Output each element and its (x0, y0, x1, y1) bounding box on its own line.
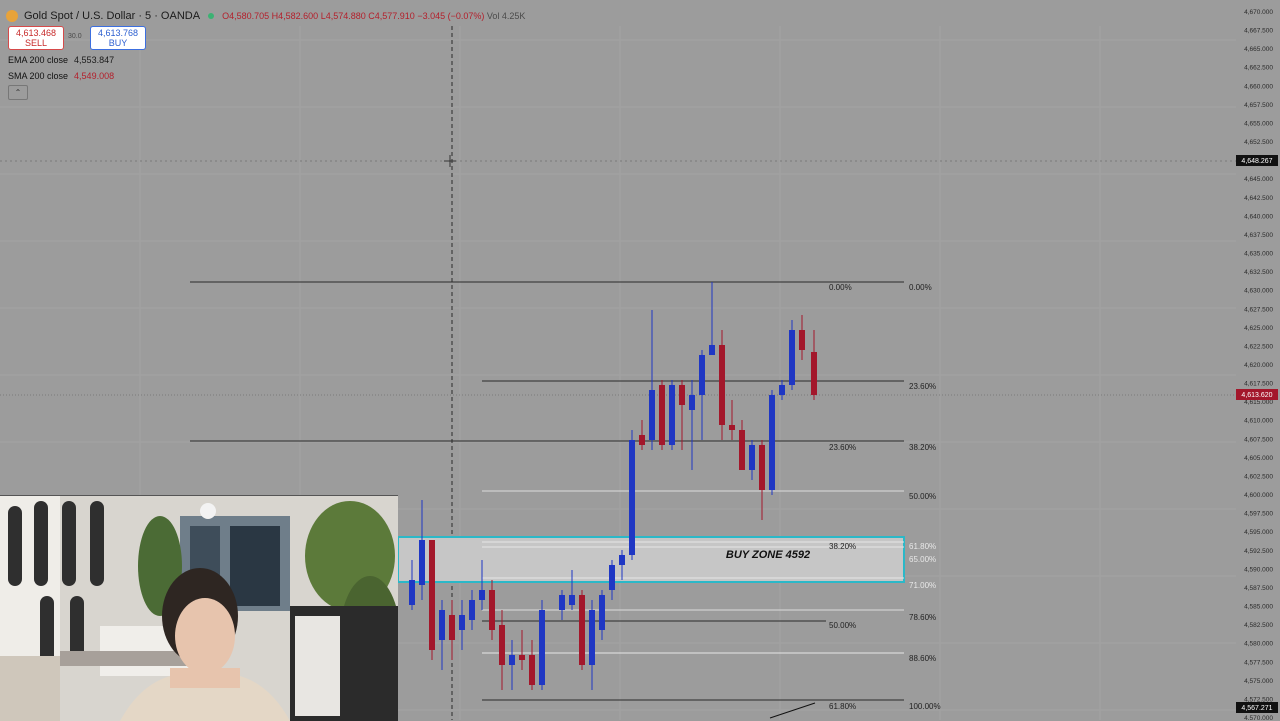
price-axis-label: 4,615.000 (1244, 399, 1273, 406)
ohlc-close: C4,577.910 (368, 11, 415, 21)
ohlc-high: H4,582.600 (271, 11, 319, 21)
svg-text:4,648.267: 4,648.267 (1241, 158, 1272, 165)
fib-right-label: 38.20% (909, 443, 936, 452)
fib-right-label: 23.60% (909, 382, 936, 391)
buy-button[interactable]: 4,613.768 BUY (90, 26, 146, 50)
fib-left-label: 50.00% (829, 621, 856, 630)
price-axis-label: 4,600.000 (1244, 492, 1273, 499)
price-axis-label: 4,625.000 (1244, 325, 1273, 332)
ohlc-open: O4,580.705 (222, 11, 270, 21)
price-axis-label: 4,585.000 (1244, 604, 1273, 611)
buy-price: 4,613.768 (97, 28, 139, 38)
ohlc-low: L4,574.880 (320, 11, 366, 21)
candle (789, 320, 795, 390)
indicator-label: EMA 200 close (8, 55, 69, 65)
fib-left-label: 38.20% (829, 542, 856, 551)
price-axis-label: 4,667.500 (1244, 28, 1273, 35)
price-axis-label: 4,645.000 (1244, 176, 1273, 183)
spread-value: 30.0 (68, 33, 82, 40)
price-axis-label: 4,617.500 (1244, 381, 1273, 388)
fib-right-label: 61.80% (909, 542, 936, 551)
price-axis-label: 4,622.500 (1244, 343, 1273, 350)
price-axis-label: 4,670.000 (1244, 9, 1273, 16)
price-axis-label: 4,642.500 (1244, 195, 1273, 202)
indicator-sma[interactable]: SMA 200 close 4,549.008 (8, 71, 114, 81)
candle (659, 380, 665, 450)
price-axis-label: 4,665.000 (1244, 46, 1273, 53)
buy-label: BUY (108, 38, 128, 48)
price-axis-label: 4,590.000 (1244, 566, 1273, 573)
fib-left-label: 61.80% (829, 702, 856, 711)
price-axis-label: 4,597.500 (1244, 511, 1273, 518)
symbol-header: Gold Spot / U.S. Dollar · 5 · OANDA O4,5… (6, 8, 525, 24)
price-axis-label: 4,570.000 (1244, 715, 1273, 720)
price-axis-label: 4,635.000 (1244, 251, 1273, 258)
fib-left-label: 0.00% (829, 283, 852, 292)
candle (669, 380, 675, 450)
price-axis-label: 4,582.500 (1244, 622, 1273, 629)
price-axis-label: 4,657.500 (1244, 102, 1273, 109)
sell-label: SELL (24, 38, 48, 48)
price-axis-label: 4,605.000 (1244, 455, 1273, 462)
price-axis-label: 4,632.500 (1244, 269, 1273, 276)
price-axis-label: 4,607.500 (1244, 436, 1273, 443)
webcam-overlay (0, 495, 398, 721)
fib-left-label: 23.60% (829, 443, 856, 452)
price-axis-label: 4,640.000 (1244, 213, 1273, 220)
price-axis-label: 4,580.000 (1244, 641, 1273, 648)
price-axis-label: 4,575.000 (1244, 678, 1273, 685)
candle (579, 590, 585, 670)
last-price-tag: 4,567.271 (1236, 702, 1278, 713)
fib-right-label: 100.00% (909, 702, 941, 711)
price-axis-label: 4,660.000 (1244, 83, 1273, 90)
price-axis-label: 4,577.500 (1244, 659, 1273, 666)
indicator-value: 4,549.008 (74, 71, 115, 81)
volume-value: Vol 4.25K (486, 11, 526, 21)
fib-right-label: 50.00% (909, 492, 936, 501)
price-axis-label: 4,655.000 (1244, 120, 1273, 127)
ohlc-values: O4,580.705 H4,582.600 L4,574.880 C4,577.… (222, 11, 525, 21)
market-open-icon (208, 13, 215, 19)
fib-right-label: 65.00% (909, 555, 936, 564)
svg-text:4,613.620: 4,613.620 (1241, 392, 1272, 399)
candle (719, 330, 725, 440)
price-axis-label: 4,587.500 (1244, 585, 1273, 592)
webcam-scene (0, 496, 398, 721)
fib-right-label: 0.00% (909, 283, 932, 292)
indicator-label: SMA 200 close (8, 71, 69, 81)
price-axis-label: 4,630.000 (1244, 288, 1273, 295)
price-axis-label: 4,595.000 (1244, 529, 1273, 536)
candle (769, 390, 775, 495)
current-price-tag: 4,613.620 (1236, 389, 1278, 400)
gold-logo-icon (6, 10, 18, 22)
indicator-ema[interactable]: EMA 200 close 4,553.847 (8, 55, 114, 65)
price-axis-label: 4,602.500 (1244, 473, 1273, 480)
price-axis-label: 4,662.500 (1244, 65, 1273, 72)
fib-right-label: 78.60% (909, 613, 936, 622)
symbol-title[interactable]: Gold Spot / U.S. Dollar · 5 · OANDA (24, 10, 200, 22)
price-axis-label: 4,592.500 (1244, 548, 1273, 555)
svg-text:4,567.271: 4,567.271 (1241, 705, 1272, 712)
crosshair-price-tag: 4,648.267 (1236, 155, 1278, 166)
fib-right-label: 71.00% (909, 581, 936, 590)
candle (539, 600, 545, 690)
ohlc-change: −3.045 (−0.07%) (417, 11, 485, 21)
price-axis-label: 4,652.500 (1244, 139, 1273, 146)
chevron-up-icon[interactable]: ⌃ (8, 85, 28, 100)
price-axis-label: 4,610.000 (1244, 418, 1273, 425)
price-axis-label: 4,637.500 (1244, 232, 1273, 239)
sell-price: 4,613.468 (15, 28, 57, 38)
fib-right-label: 88.60% (909, 654, 936, 663)
candle (629, 430, 635, 560)
indicator-value: 4,553.847 (74, 55, 115, 65)
sell-button[interactable]: 4,613.468 SELL (8, 26, 64, 50)
price-axis-label: 4,620.000 (1244, 362, 1273, 369)
buy-zone-label: BUY ZONE 4592 (726, 549, 810, 561)
price-axis-label: 4,627.500 (1244, 306, 1273, 313)
candle (429, 540, 435, 660)
